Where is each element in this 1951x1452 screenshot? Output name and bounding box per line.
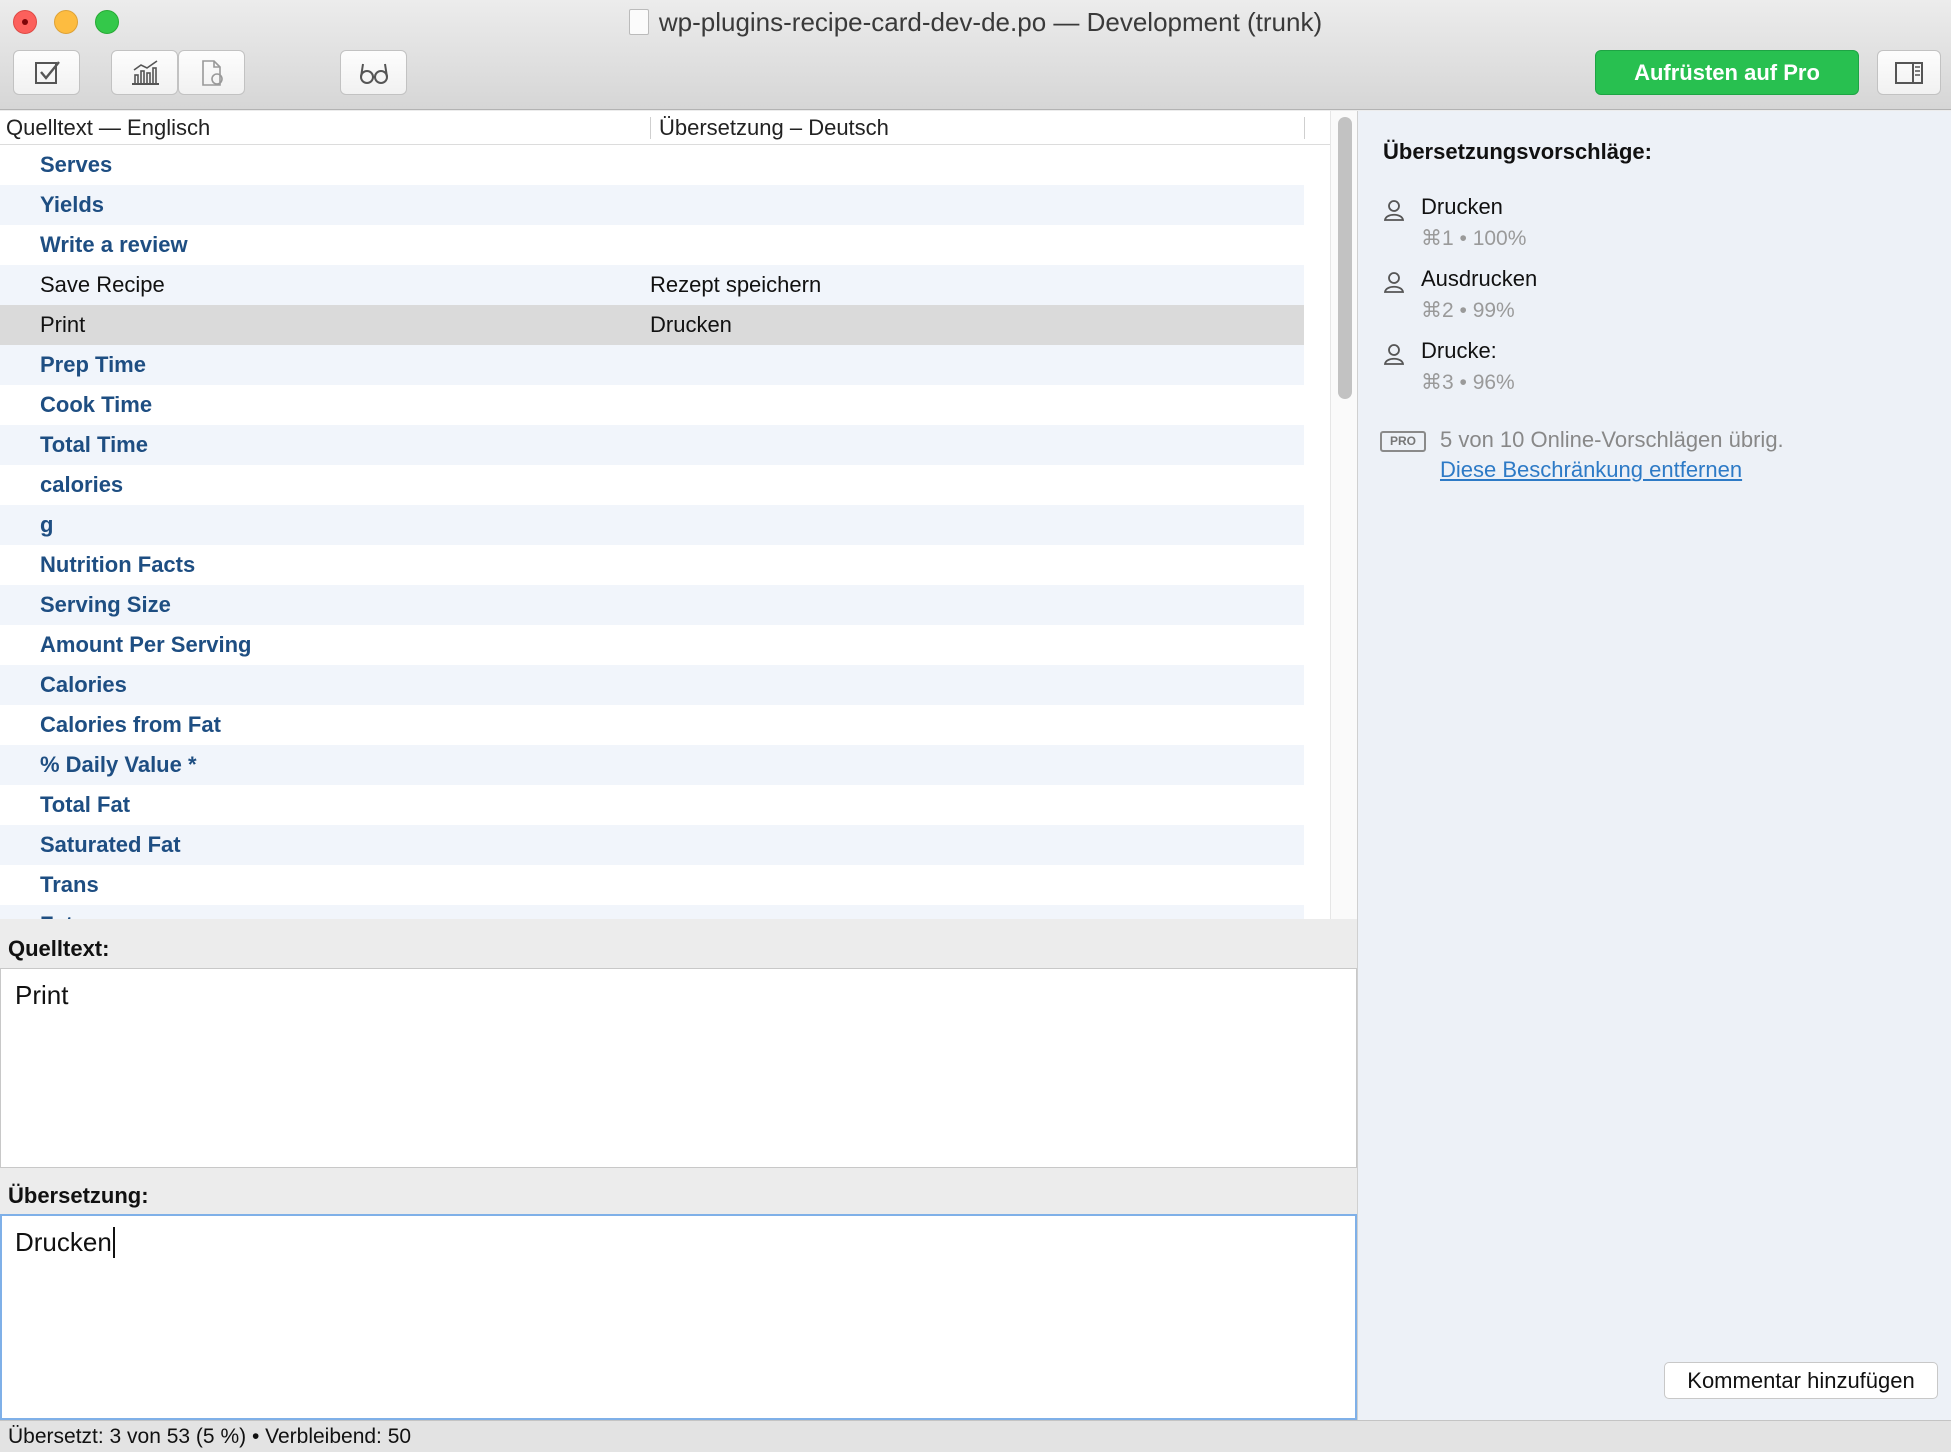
remove-limit-link[interactable]: Diese Beschränkung entfernen [1440,457,1742,483]
translation-string: Drucken [650,312,732,337]
translation-text[interactable]: Drucken [15,1227,115,1258]
preview-button[interactable] [340,50,407,95]
document-sync-icon [201,59,223,86]
list-item[interactable]: Amount Per Serving [0,625,1304,665]
list-item[interactable]: Save Recipe Rezept speichern [0,265,1304,305]
source-string: Write a review [40,232,188,257]
source-column-header[interactable]: Quelltext — Englisch [6,115,210,141]
scrollbar-thumb[interactable] [1338,117,1352,399]
suggestion-shortcut-score: ⌘2 • 99% [1421,299,1515,322]
list-item[interactable]: Yields [0,185,1304,225]
translation-progress-status: Übersetzt: 3 von 53 (5 %) • Verbleibend:… [8,1425,412,1448]
source-string: Prep Time [40,352,146,377]
translation-label: Übersetzung: [8,1183,149,1208]
source-string: Saturated Fat [40,832,181,857]
status-bar: Übersetzt: 3 von 53 (5 %) • Verbleibend:… [0,1420,1951,1452]
person-icon [1383,200,1405,221]
strings-list[interactable]: Quelltext — Englisch Übersetzung – Deuts… [0,111,1357,919]
document-icon [628,9,649,35]
source-string: Nutrition Facts [40,552,196,577]
suggestion-text: Ausdrucken [1421,266,1538,291]
list-item[interactable]: Calories from Fat [0,705,1304,745]
person-icon [1383,272,1405,293]
list-item[interactable]: Trans [0,865,1304,905]
source-string: Serving Size [40,592,171,617]
checkbox-icon [34,60,60,84]
source-string: g [40,512,54,537]
suggestion-item[interactable]: Ausdrucken ⌘2 • 99% [1383,266,1783,330]
source-string: % Daily Value * [40,752,197,777]
window-title: wp-plugins-recipe-card-dev-de.po — Devel… [658,7,1323,37]
translation-editor[interactable]: Drucken [0,1214,1357,1420]
list-item[interactable]: % Daily Value * [0,745,1304,785]
suggestion-shortcut-score: ⌘1 • 100% [1421,227,1527,250]
source-text-label: Quelltext: [8,936,110,961]
list-item[interactable]: Total Fat [0,785,1304,825]
list-item[interactable]: calories [0,465,1304,505]
suggestions-title: Übersetzungsvorschläge: [1383,139,1652,164]
add-comment-button[interactable]: Kommentar hinzufügen [1664,1362,1938,1399]
source-string: Yields [40,192,104,217]
source-string: Calories from Fat [40,712,221,737]
suggestion-text: Drucke: [1421,338,1497,363]
source-string: Print [40,312,86,337]
list-item[interactable]: Fat [0,905,1304,919]
list-item[interactable]: Nutrition Facts [0,545,1304,585]
translation-column-header[interactable]: Übersetzung – Deutsch [659,115,889,141]
source-string: Trans [40,872,99,897]
suggestion-text: Drucken [1421,194,1503,219]
list-item[interactable]: Serving Size [0,585,1304,625]
list-item[interactable]: Cook Time [0,385,1304,425]
column-divider[interactable] [1304,117,1305,139]
source-string: Total Fat [40,792,131,817]
list-item[interactable]: Write a review [0,225,1304,265]
list-item[interactable]: Print Drucken [0,305,1304,345]
source-text-view: Print [0,968,1357,1168]
list-item[interactable]: Serves [0,145,1304,185]
toggle-sidebar-button[interactable] [1877,50,1941,95]
sidebar-toggle-icon [1895,61,1923,84]
list-item[interactable]: Saturated Fat [0,825,1304,865]
source-string: calories [40,472,124,497]
suggestions-sidebar: Übersetzungsvorschläge: Drucken ⌘1 • 100… [1357,111,1951,1420]
list-item[interactable]: g [0,505,1304,545]
list-header: Quelltext — Englisch Übersetzung – Deuts… [0,111,1330,145]
glasses-icon [359,63,388,84]
list-scrollbar[interactable] [1330,111,1357,919]
window-title-bar: wp-plugins-recipe-card-dev-de.po — Devel… [0,7,1951,38]
column-divider[interactable] [650,117,651,139]
list-item[interactable]: Prep Time [0,345,1304,385]
suggestion-shortcut-score: ⌘3 • 96% [1421,371,1515,394]
update-from-source-button[interactable] [178,50,245,95]
source-text: Print [15,980,69,1010]
list-rows: Serves Yields Write a review Save Recipe Rez… [0,145,1304,919]
suggestion-item[interactable]: Drucken ⌘1 • 100% [1383,194,1783,258]
translation-string: Rezept speichern [650,272,822,297]
source-string: Total Time [40,432,148,457]
source-string: Serves [40,152,113,177]
source-string: Fat [40,912,73,919]
list-item[interactable]: Calories [0,665,1304,705]
source-string: Calories [40,672,127,697]
list-item[interactable]: Total Time [0,425,1304,465]
source-string: Cook Time [40,392,153,417]
statistics-button[interactable] [111,50,178,95]
bar-chart-icon [131,59,159,85]
upgrade-to-pro-button[interactable]: Aufrüsten auf Pro [1595,50,1859,95]
source-string: Save Recipe [40,272,165,297]
person-icon [1383,344,1405,365]
source-string: Amount Per Serving [40,632,252,657]
pro-badge: PRO [1380,431,1426,452]
online-suggestions-quota: 5 von 10 Online-Vorschlägen übrig. [1440,427,1784,452]
window-toolbar: wp-plugins-recipe-card-dev-de.po — Devel… [0,0,1951,110]
suggestion-item[interactable]: Drucke: ⌘3 • 96% [1383,338,1783,402]
validate-button[interactable] [13,50,80,95]
